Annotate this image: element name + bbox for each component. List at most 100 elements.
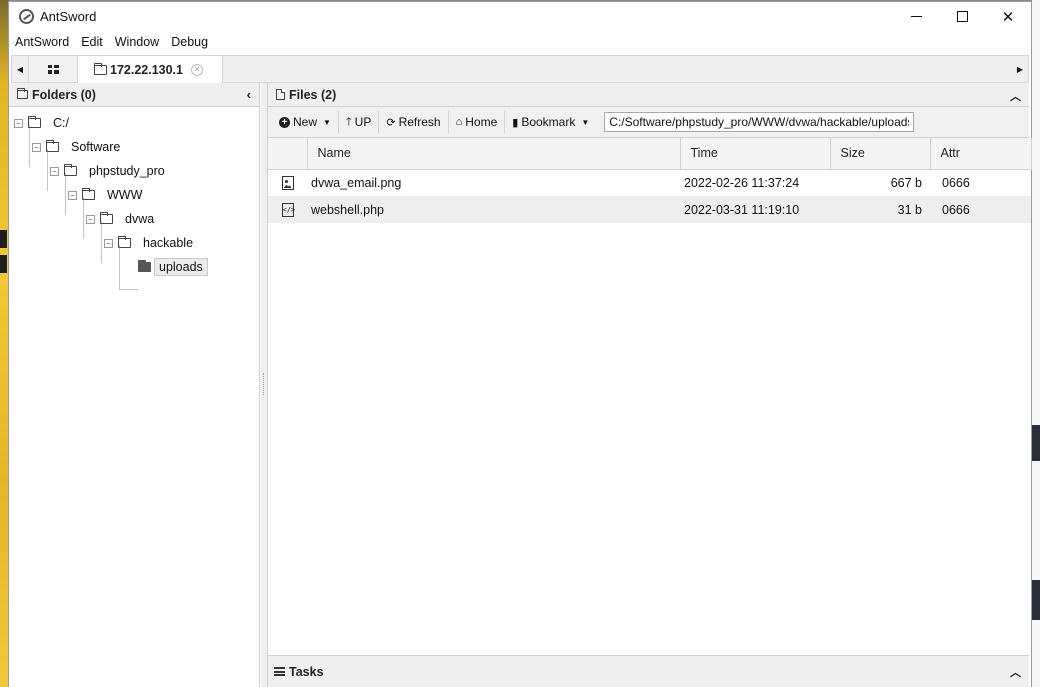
column-header-name[interactable]: Name	[307, 138, 681, 170]
maximize-icon	[956, 11, 968, 22]
tree-node-label: phpstudy_pro	[89, 164, 165, 178]
bookmark-button[interactable]: ▮ Bookmark ▼	[505, 111, 596, 133]
folders-header: Folders (0) ‹	[9, 83, 259, 107]
table-header-row: Name Time Size Attr	[268, 138, 1032, 170]
desktop-mark	[0, 255, 7, 273]
folder-icon	[100, 212, 113, 224]
column-header-size[interactable]: Size	[830, 138, 931, 170]
files-panel: Files (2) ︿ + New ▼ 🡑 UP ⟳ Refresh ⌂ Hom…	[267, 83, 1032, 687]
tree-node-dvwa[interactable]: − dvwa	[86, 209, 158, 229]
desktop-mark	[0, 230, 7, 248]
tasks-title: Tasks	[289, 664, 324, 679]
home-button[interactable]: ⌂ Home	[449, 111, 506, 133]
column-header-time[interactable]: Time	[680, 138, 831, 170]
path-input[interactable]	[604, 112, 915, 132]
refresh-button[interactable]: ⟳ Refresh	[379, 111, 449, 133]
file-name: dvwa_email.png	[311, 175, 402, 190]
column-header-icon[interactable]	[268, 138, 308, 170]
file-size: 31 b	[830, 196, 930, 223]
tree-node-label: WWW	[107, 188, 143, 202]
tab-scroll-right-button[interactable]: ▶	[1012, 56, 1028, 82]
tree-node-www[interactable]: − WWW	[68, 185, 146, 205]
folder-open-icon	[138, 260, 151, 272]
files-title: Files (2)	[289, 87, 337, 102]
tree-node-label: Software	[71, 140, 121, 154]
file-attr: 0666	[930, 196, 1031, 223]
desktop-block	[1032, 425, 1040, 461]
folders-title: Folders (0)	[32, 87, 96, 102]
file-manager: Folders (0) ‹ − C:/ − Software − phpstud…	[9, 83, 1032, 687]
collapse-toggle-icon[interactable]: −	[14, 118, 23, 128]
folder-icon	[17, 88, 28, 99]
minimize-button[interactable]	[893, 2, 939, 31]
column-header-attr[interactable]: Attr	[930, 138, 1032, 170]
grid-icon	[47, 64, 59, 74]
minimize-icon	[910, 16, 922, 17]
collapse-toggle-icon[interactable]: −	[68, 190, 77, 200]
folder-icon	[64, 164, 77, 176]
menu-antsword[interactable]: AntSword	[14, 35, 75, 49]
new-button[interactable]: + New ▼	[272, 111, 339, 133]
tab-label: 172.22.130.1	[110, 62, 183, 77]
folder-tree: − C:/ − Software − phpstudy_pro − WWW − …	[9, 107, 259, 290]
collapse-toggle-icon[interactable]: −	[50, 166, 59, 176]
menu-debug[interactable]: Debug	[170, 35, 214, 49]
menu-bar: AntSword Edit Window Debug	[9, 31, 1031, 53]
bookmark-icon: ▮	[512, 116, 519, 129]
tree-node-phpstudy-pro[interactable]: − phpstudy_pro	[50, 161, 169, 181]
tab-scroll-left-button[interactable]: ◀	[12, 56, 28, 82]
tree-node-uploads[interactable]: uploads	[138, 257, 208, 277]
menu-window[interactable]: Window	[114, 35, 165, 49]
antsword-window: AntSword ✕ AntSword Edit Window Debug ◀ …	[8, 1, 1032, 687]
tab-shell-172-22-130-1[interactable]: 172.22.130.1 ✕	[78, 56, 223, 83]
desktop-right-edge	[1032, 0, 1040, 687]
folder-icon	[82, 188, 95, 200]
plus-circle-icon: +	[279, 116, 290, 128]
expand-up-icon[interactable]: ︿	[1010, 664, 1021, 680]
files-toolbar: + New ▼ 🡑 UP ⟳ Refresh ⌂ Home ▮ Bookmark…	[268, 107, 1029, 138]
tree-node-software[interactable]: − Software	[32, 137, 124, 157]
code-file-icon: </>	[281, 202, 295, 217]
tab-home-grid[interactable]	[28, 56, 78, 82]
collapse-left-icon[interactable]: ‹	[247, 87, 251, 102]
collapse-up-icon[interactable]: ︿	[1010, 88, 1021, 104]
file-name: webshell.php	[307, 196, 680, 223]
files-header: Files (2) ︿	[268, 83, 1029, 107]
tree-node-label: hackable	[143, 236, 194, 250]
tree-node-c[interactable]: − C:/	[14, 113, 73, 133]
desktop-block	[1032, 580, 1040, 620]
file-icon	[276, 89, 285, 100]
tasks-panel-header[interactable]: Tasks ︿	[268, 655, 1029, 687]
tasks-list-icon	[274, 667, 285, 676]
tree-node-hackable[interactable]: − hackable	[104, 233, 197, 253]
window-title: AntSword	[40, 9, 97, 24]
home-icon: ⌂	[455, 116, 463, 128]
tree-node-label: C:/	[53, 116, 69, 130]
collapse-toggle-icon[interactable]: −	[32, 142, 41, 152]
maximize-button[interactable]	[939, 2, 985, 31]
menu-edit[interactable]: Edit	[80, 35, 109, 49]
tab-close-icon[interactable]: ✕	[191, 63, 203, 76]
tree-node-label: dvwa	[125, 212, 155, 226]
table-row[interactable]: dvwa_email.png 2022-02-26 11:37:24 667 b…	[268, 169, 1031, 196]
file-attr: 0666	[942, 175, 970, 190]
tab-bar: ◀ 172.22.130.1 ✕ ▶	[11, 55, 1029, 83]
folder-icon	[46, 140, 59, 152]
table-row[interactable]: </> webshell.php 2022-03-31 11:19:10 31 …	[268, 196, 1031, 223]
folder-icon	[118, 236, 131, 248]
close-button[interactable]: ✕	[985, 2, 1031, 31]
up-button[interactable]: 🡑 UP	[339, 111, 380, 133]
image-file-icon	[281, 176, 294, 191]
folder-icon	[28, 116, 41, 128]
folder-icon	[94, 62, 107, 75]
antsword-logo-icon	[19, 9, 34, 24]
arrow-up-icon: 🡑	[345, 115, 352, 128]
caret-down-icon: ▼	[323, 117, 331, 127]
tree-node-label-selected: uploads	[154, 258, 208, 276]
folders-panel: Folders (0) ‹ − C:/ − Software − phpstud…	[9, 83, 260, 687]
file-time: 2022-02-26 11:37:24	[684, 175, 800, 190]
close-icon: ✕	[1001, 8, 1015, 26]
collapse-toggle-icon[interactable]: −	[86, 214, 95, 224]
collapse-toggle-icon[interactable]: −	[104, 238, 113, 248]
refresh-icon: ⟳	[386, 116, 396, 129]
